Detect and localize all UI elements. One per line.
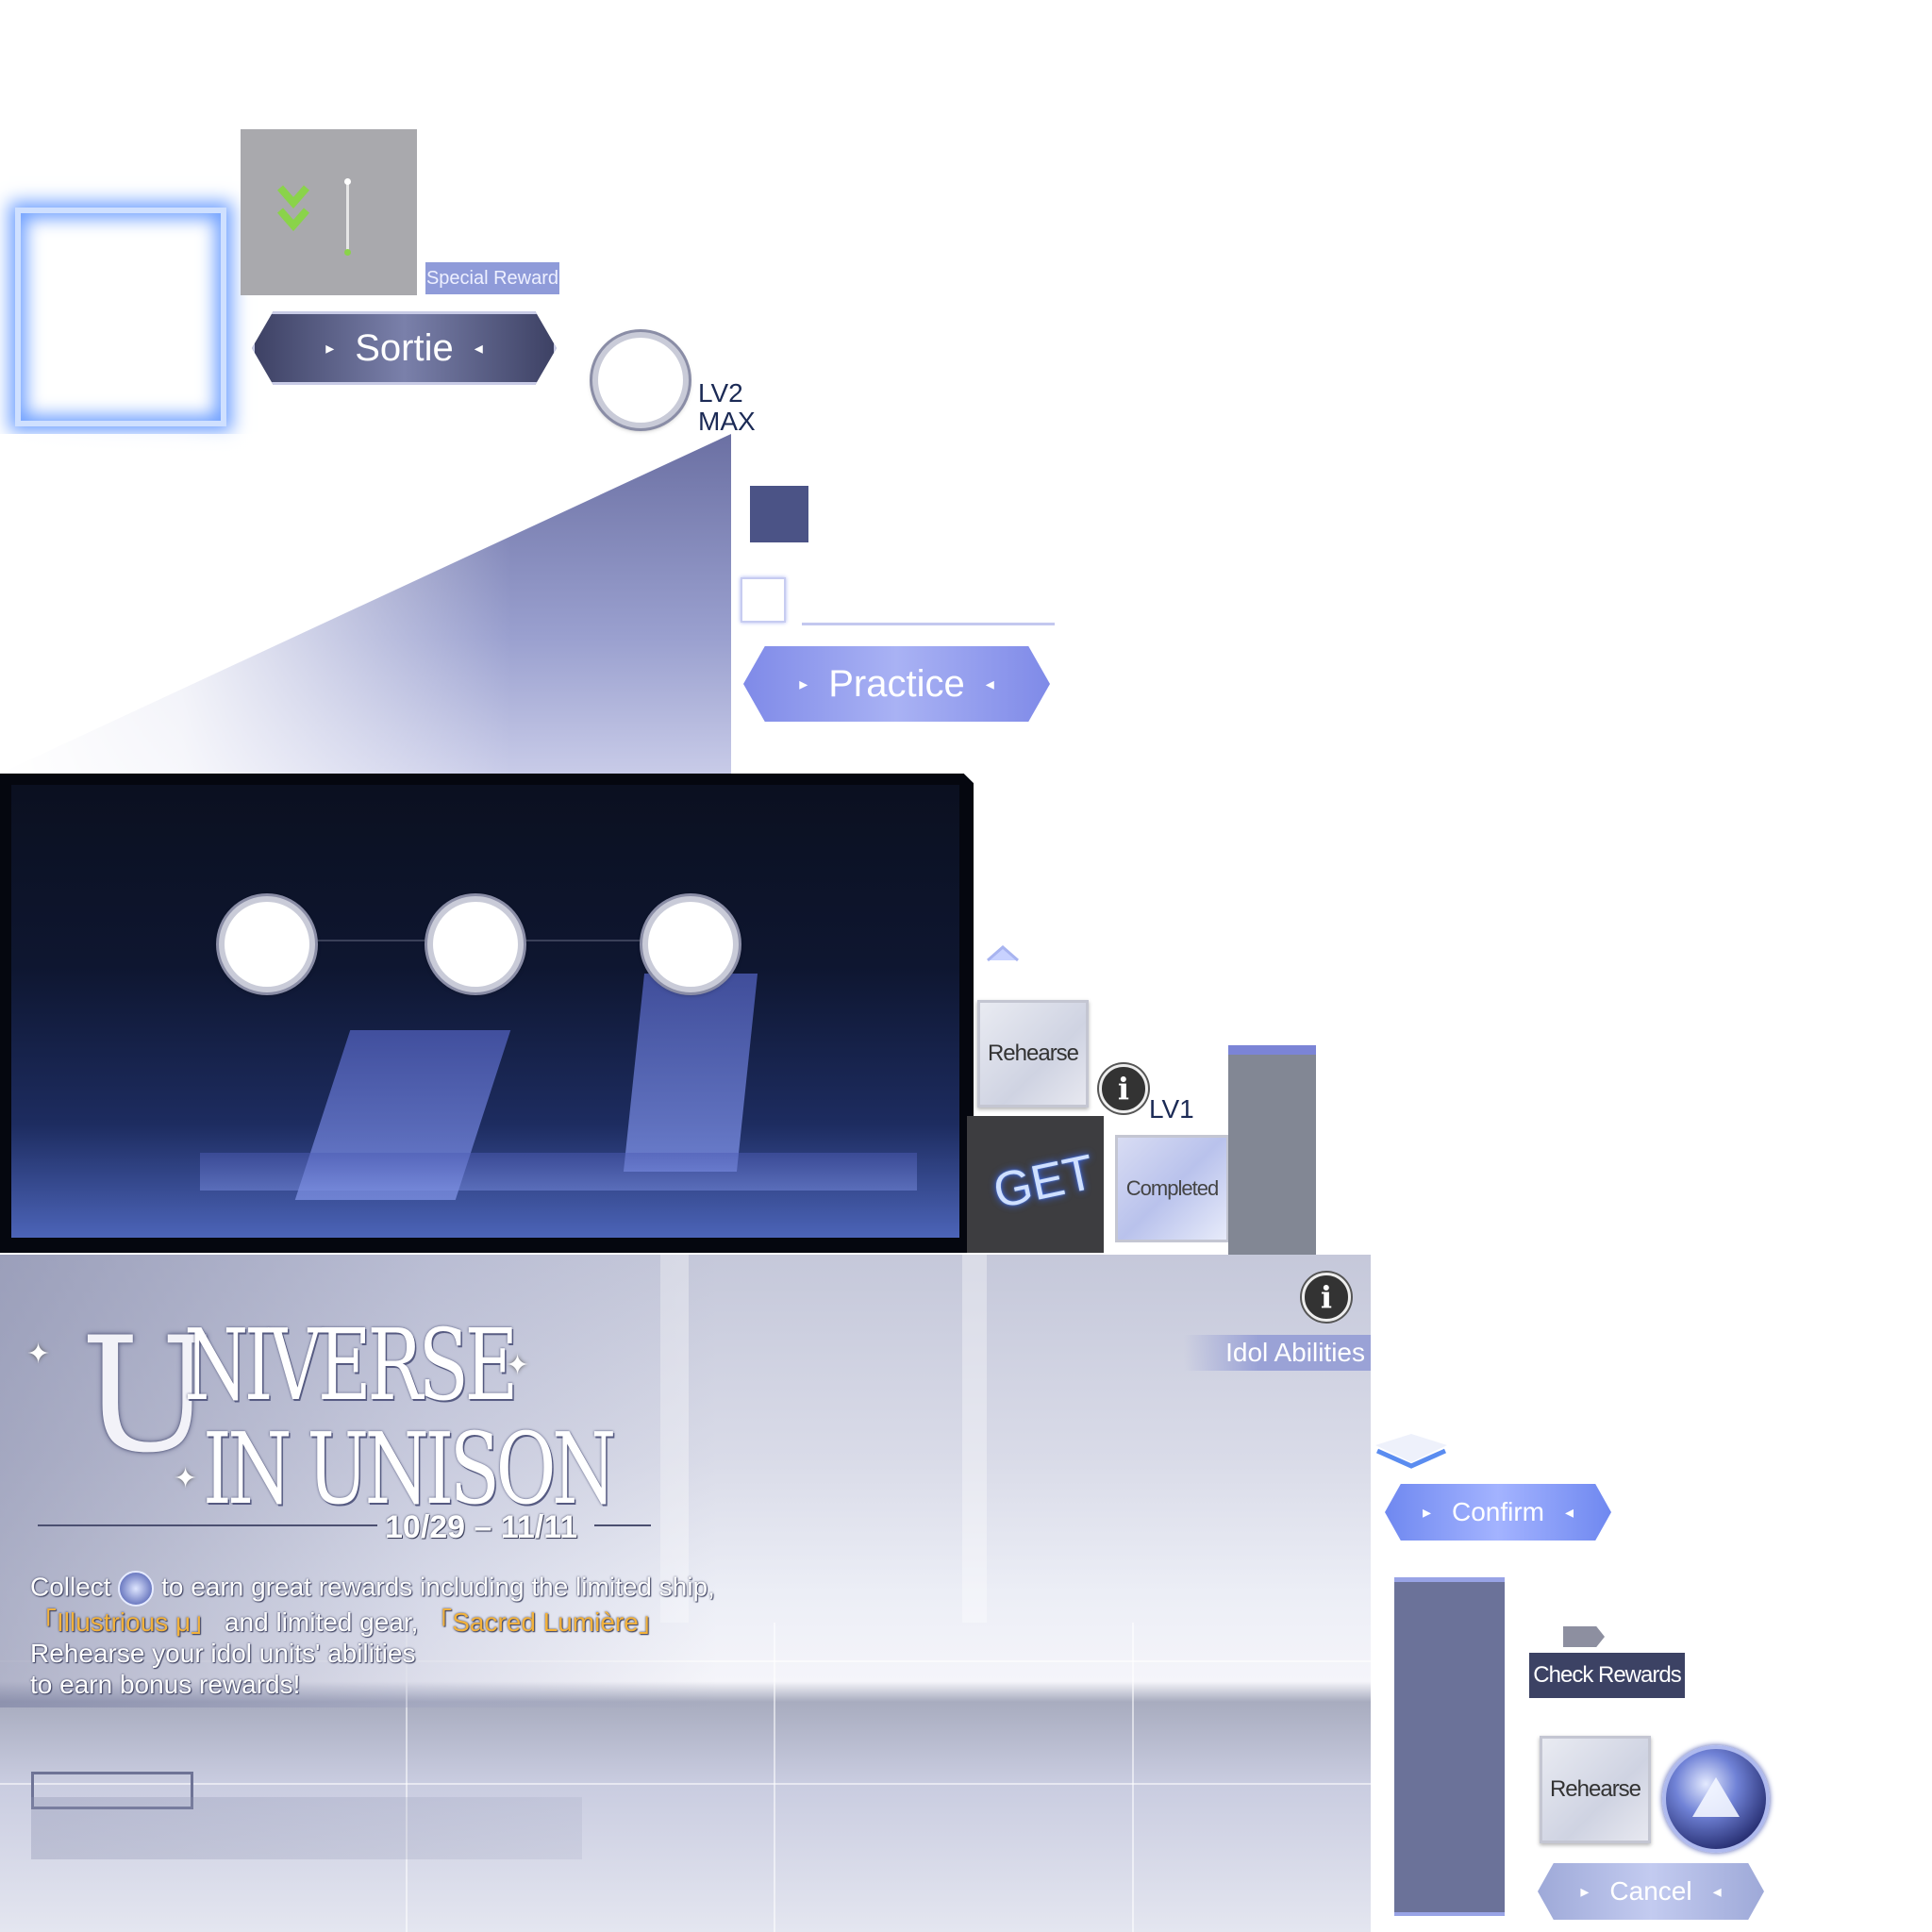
progress-line [344, 178, 351, 256]
double-chevron-down-icon [276, 185, 310, 232]
event-description: Collect to earn great rewards including … [30, 1571, 715, 1700]
arrow-left-icon: ◂ [1565, 1502, 1574, 1522]
get-label: GET [989, 1144, 1099, 1220]
arrow-left-icon: ◂ [985, 674, 994, 693]
desc-gear: 「Sacred Lumière」 [425, 1607, 665, 1637]
sortie-button[interactable]: ▸ Sortie ◂ [252, 311, 557, 385]
special-reward-label: Special Reward [425, 262, 559, 294]
confirm-button[interactable]: ▸ Confirm ◂ [1385, 1484, 1611, 1541]
cancel-label: Cancel [1609, 1876, 1692, 1906]
info-icon[interactable]: i [1099, 1064, 1148, 1113]
chevron-up-icon[interactable] [986, 943, 1020, 962]
sparkle-icon: ✦ [26, 1339, 51, 1370]
ability-slot[interactable] [592, 332, 689, 428]
event-title-line2: IN UNISON [203, 1411, 616, 1526]
tag-icon [1563, 1626, 1605, 1647]
event-date: 10/29 – 11/11 [385, 1509, 578, 1545]
ability-slot-1[interactable] [219, 896, 315, 992]
desc-line3: Rehearse your idol units' abilities [30, 1639, 416, 1668]
gem-triangle [1692, 1777, 1740, 1817]
divider-line [802, 623, 1055, 625]
desc-ship: 「Illustrious μ」 [30, 1607, 218, 1637]
rank-icon-tile [241, 129, 417, 295]
desc-line4: to earn bonus rewards! [30, 1670, 301, 1699]
arrow-right-icon: ▸ [1580, 1881, 1590, 1901]
idol-abilities-label[interactable]: Idol Abilities [1184, 1335, 1371, 1371]
practice-button[interactable]: ▸ Practice ◂ [743, 646, 1050, 722]
floor-light [200, 1153, 917, 1191]
level-badge: LV2 MAX [698, 379, 756, 436]
level-text: LV1 [1149, 1094, 1194, 1124]
rehearse-tile[interactable]: Rehearse [1540, 1736, 1651, 1843]
rehearse-tile[interactable]: Rehearse [977, 1000, 1089, 1108]
stage-background [11, 785, 959, 1238]
level-text: LV2 [698, 378, 743, 408]
tall-panel [1394, 1577, 1505, 1916]
practice-label: Practice [828, 662, 965, 705]
date-rule-left [38, 1524, 377, 1526]
max-text: MAX [698, 407, 756, 436]
completed-tile: Completed [1115, 1135, 1229, 1242]
light-beam-fade [0, 434, 731, 774]
chevron-down-icon[interactable] [1374, 1434, 1449, 1472]
desc-collect: Collect [30, 1572, 111, 1602]
checkbox[interactable] [741, 577, 786, 623]
arrow-left-icon: ◂ [1712, 1881, 1722, 1901]
floor-line [774, 1623, 775, 1932]
event-title-line1: NIVERSE [184, 1307, 518, 1423]
gray-pillar [1228, 1045, 1316, 1262]
floor-line [1132, 1623, 1134, 1932]
confirm-label: Confirm [1451, 1497, 1544, 1526]
get-badge: GET [967, 1116, 1104, 1253]
fade-bar [31, 1797, 582, 1859]
arrow-right-icon: ▸ [325, 338, 335, 358]
floor-line [0, 1783, 1371, 1785]
glow-frame [15, 208, 226, 426]
gem-icon [118, 1571, 155, 1607]
window-light [623, 974, 758, 1172]
arrow-right-icon: ▸ [1422, 1502, 1431, 1522]
sortie-label: Sortie [355, 326, 454, 369]
light-ray [962, 1255, 987, 1623]
cancel-button[interactable]: ▸ Cancel ◂ [1538, 1863, 1764, 1920]
dark-square-tile [750, 486, 808, 542]
ability-slot-2[interactable] [427, 896, 524, 992]
ability-slot-3[interactable] [642, 896, 739, 992]
desc-and-gear: and limited gear, [217, 1607, 426, 1637]
info-icon[interactable]: i [1302, 1273, 1351, 1322]
desc-rewards: to earn great rewards including the limi… [154, 1572, 715, 1602]
arrow-left-icon: ◂ [474, 338, 483, 358]
arrow-right-icon: ▸ [799, 674, 808, 693]
check-rewards-button[interactable]: Check Rewards [1529, 1653, 1685, 1698]
gem-icon [1662, 1745, 1770, 1853]
date-rule-right [594, 1524, 651, 1526]
